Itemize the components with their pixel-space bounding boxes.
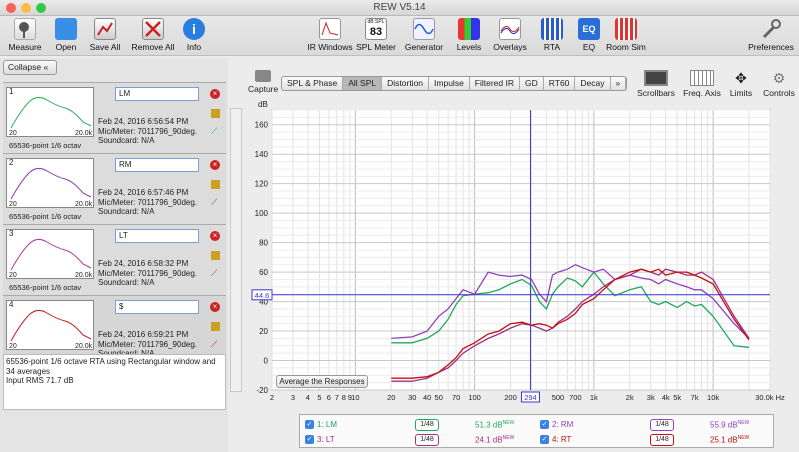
x-tick-label: 5k bbox=[673, 393, 681, 402]
x-tick-label: 10 bbox=[351, 393, 359, 402]
legend-label: 1: LM bbox=[317, 420, 338, 429]
octave-smoothing-box[interactable]: 1/48 bbox=[650, 419, 674, 431]
legend-value: 51.3 dBNEW bbox=[475, 420, 515, 430]
y-tick-label: 80 bbox=[259, 239, 268, 248]
cursor-freq-readout: 294 bbox=[524, 393, 537, 402]
legend-value: 24.1 dBNEW bbox=[475, 435, 515, 445]
x-tick-label: 1k bbox=[590, 393, 598, 402]
legend-value: 55.9 dBNEW bbox=[710, 420, 750, 430]
y-tick-label: 100 bbox=[255, 209, 269, 218]
x-tick-label: 50 bbox=[435, 393, 443, 402]
y-tick-label: 60 bbox=[259, 268, 268, 277]
octave-smoothing-box[interactable]: 1/48 bbox=[650, 434, 674, 446]
legend-checkbox[interactable]: ✓ bbox=[305, 435, 314, 445]
x-tick-label: 5 bbox=[317, 393, 321, 402]
x-tick-label: 4k bbox=[662, 393, 670, 402]
y-tick-label: 120 bbox=[255, 180, 269, 189]
legend-value: 25.1 dBNEW bbox=[710, 435, 750, 445]
octave-smoothing-box[interactable]: 1/48 bbox=[415, 434, 439, 446]
graph-legend: ✓ 1: LM 1/48 51.3 dBNEW ✓ 2: RM 1/48 55.9 dBNEW… bbox=[299, 414, 774, 448]
y-tick-label: 140 bbox=[255, 150, 269, 159]
x-tick-label: 2k bbox=[626, 393, 634, 402]
x-tick-label: 40 bbox=[423, 393, 431, 402]
legend-item[interactable]: ✓ 2: RM bbox=[540, 420, 574, 430]
x-tick-label: 200 bbox=[504, 393, 517, 402]
legend-checkbox[interactable]: ✓ bbox=[540, 435, 549, 445]
x-tick-label: 3k bbox=[647, 393, 655, 402]
legend-label: 2: RM bbox=[552, 420, 574, 429]
x-tick-label: 30.0k Hz bbox=[755, 393, 785, 402]
legend-checkbox[interactable]: ✓ bbox=[305, 420, 314, 430]
octave-smoothing-box[interactable]: 1/48 bbox=[415, 419, 439, 431]
y-tick-label: -20 bbox=[256, 386, 268, 395]
x-tick-label: 2 bbox=[270, 393, 274, 402]
legend-item[interactable]: ✓ 1: LM bbox=[305, 420, 338, 430]
spl-chart[interactable]: 160140120100806040200-202 3 4 5 6 7 8 9 10 20 30 40… bbox=[0, 0, 799, 452]
x-tick-label: 4 bbox=[306, 393, 310, 402]
x-tick-label: 500 bbox=[552, 393, 565, 402]
x-tick-label: 30 bbox=[408, 393, 416, 402]
x-tick-label: 7 bbox=[335, 393, 339, 402]
x-tick-label: 7k bbox=[691, 393, 699, 402]
legend-item[interactable]: ✓ 3: LT bbox=[305, 435, 335, 445]
x-tick-label: 70 bbox=[452, 393, 460, 402]
x-tick-label: 3 bbox=[291, 393, 295, 402]
x-tick-label: 6 bbox=[327, 393, 331, 402]
legend-checkbox[interactable]: ✓ bbox=[540, 420, 549, 430]
x-tick-label: 8 bbox=[342, 393, 346, 402]
legend-item[interactable]: ✓ 4: RT bbox=[540, 435, 572, 445]
average-responses-button[interactable]: Average the Responses bbox=[276, 375, 368, 388]
x-tick-label: 100 bbox=[468, 393, 481, 402]
y-tick-label: 0 bbox=[264, 357, 269, 366]
legend-label: 3: LT bbox=[317, 435, 335, 444]
legend-label: 4: RT bbox=[552, 435, 572, 444]
x-tick-label: 700 bbox=[569, 393, 582, 402]
x-tick-label: 20 bbox=[387, 393, 395, 402]
y-tick-label: 160 bbox=[255, 121, 269, 130]
cursor-db-readout: 44.6 bbox=[255, 291, 270, 300]
x-tick-label: 10k bbox=[707, 393, 719, 402]
y-tick-label: 20 bbox=[259, 327, 268, 336]
